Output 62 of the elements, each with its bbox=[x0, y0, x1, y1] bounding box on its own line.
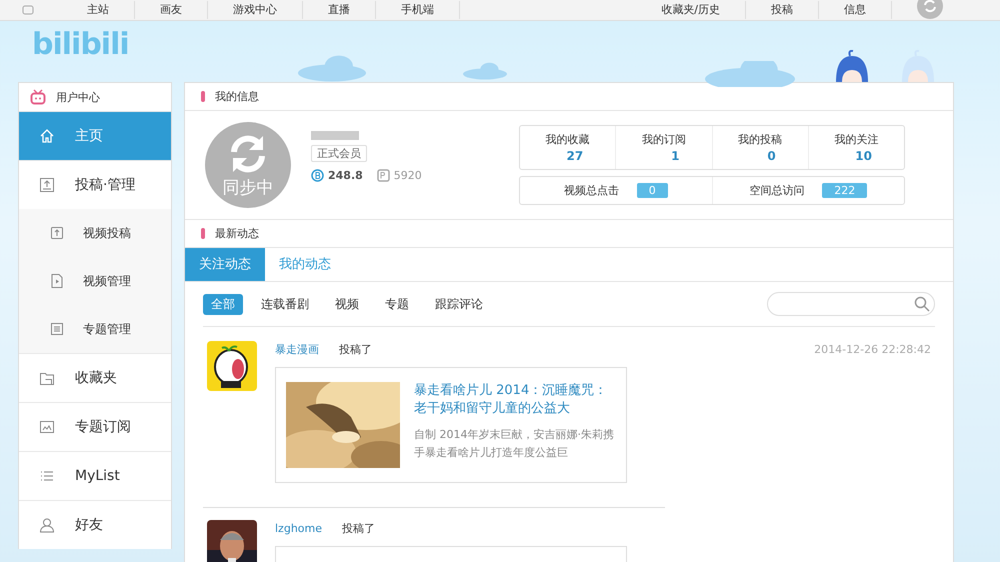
points-icon bbox=[376, 169, 390, 182]
filter-tab[interactable]: 专题 bbox=[377, 294, 417, 314]
section-title: 最新动态 bbox=[215, 226, 259, 241]
author-link[interactable]: 暴走漫画 bbox=[275, 342, 319, 356]
video-title[interactable]: 暴走看啥片儿 2014：沉睡魔咒：老干妈和留守儿童的公益大 bbox=[414, 382, 616, 418]
count-badge: 0 bbox=[636, 183, 668, 198]
stat-value[interactable]: 27 bbox=[566, 149, 584, 163]
sidebar-item[interactable]: 视频管理 bbox=[19, 257, 171, 305]
member-badge: 正式会员 bbox=[311, 145, 367, 162]
sidebar-title: 用户中心 bbox=[56, 90, 100, 104]
sidebar-item[interactable]: 好友 bbox=[19, 500, 171, 549]
sidebar-item[interactable]: 视频投稿 bbox=[19, 209, 171, 257]
stat-value[interactable]: 0 bbox=[767, 149, 776, 163]
stat-label: 空间总访问 bbox=[749, 183, 804, 198]
video-card[interactable]: 暴走看啥片儿 2014：沉睡魔咒：老干妈和留守儿童的公益大 自制 2014年岁末巨献，安吉丽娜·朱莉携手暴走看啥片儿打造年度公益巨 bbox=[275, 367, 627, 483]
filter-tab[interactable]: 跟踪评论 bbox=[427, 294, 491, 314]
coin-icon bbox=[311, 169, 324, 182]
document-icon bbox=[49, 321, 65, 337]
section-marker bbox=[201, 228, 205, 239]
count-badge: 222 bbox=[822, 183, 868, 198]
stat-label: 我的关注 bbox=[834, 132, 878, 147]
sidebar-item[interactable]: 专题管理 bbox=[19, 305, 171, 353]
nav-link[interactable]: 收藏夹/历史 bbox=[636, 1, 746, 19]
search-field[interactable] bbox=[767, 292, 935, 316]
tv-icon bbox=[30, 89, 46, 105]
nav-link[interactable]: 手机端 bbox=[376, 1, 460, 19]
upload-icon bbox=[39, 177, 55, 193]
video-card[interactable] bbox=[275, 546, 627, 562]
stat-label: 我的订阅 bbox=[642, 132, 686, 147]
section-marker bbox=[201, 91, 205, 102]
nav-link[interactable]: 投稿 bbox=[746, 1, 819, 19]
stat-label: 视频总点击 bbox=[564, 183, 619, 198]
nav-link[interactable]: 游戏中心 bbox=[208, 1, 303, 19]
blurred-username bbox=[311, 131, 359, 140]
upload-icon bbox=[49, 225, 65, 241]
stat-value[interactable]: 1 bbox=[671, 149, 680, 163]
sidebar-item[interactable]: MyList bbox=[19, 451, 171, 500]
user-icon bbox=[39, 517, 55, 533]
search-icon bbox=[914, 296, 930, 312]
points-count: 5920 bbox=[394, 169, 422, 182]
nav-link[interactable]: 直播 bbox=[303, 1, 376, 19]
author-link[interactable]: lzghome bbox=[275, 522, 322, 534]
chart-icon bbox=[39, 419, 55, 435]
stat-label: 我的收藏 bbox=[546, 132, 590, 147]
sidebar-item[interactable]: 专题订阅 bbox=[19, 402, 171, 451]
action-text: 投稿了 bbox=[339, 342, 372, 356]
folder-icon bbox=[39, 370, 55, 386]
sidebar-item[interactable]: 收藏夹 bbox=[19, 353, 171, 402]
coin-count: 248.8 bbox=[328, 169, 363, 182]
nav-link[interactable]: 画友 bbox=[135, 1, 208, 19]
video-description: 自制 2014年岁末巨献，安吉丽娜·朱莉携手暴走看啥片儿打造年度公益巨 bbox=[414, 427, 615, 461]
avatar-status: 同步中 bbox=[222, 176, 274, 198]
post-time: 2014-12-26 22:28:42 bbox=[814, 342, 931, 356]
section-title: 我的信息 bbox=[215, 89, 259, 104]
filter-tab[interactable]: 视频 bbox=[327, 294, 367, 314]
filter-tab[interactable]: 连载番剧 bbox=[253, 294, 317, 314]
video-file-icon bbox=[49, 273, 65, 289]
stat-value[interactable]: 10 bbox=[855, 149, 872, 163]
nav-link[interactable]: 主站 bbox=[62, 1, 135, 19]
stat-label: 我的投稿 bbox=[738, 132, 782, 147]
action-text: 投稿了 bbox=[342, 520, 375, 536]
nav-link[interactable]: 信息 bbox=[819, 1, 892, 19]
